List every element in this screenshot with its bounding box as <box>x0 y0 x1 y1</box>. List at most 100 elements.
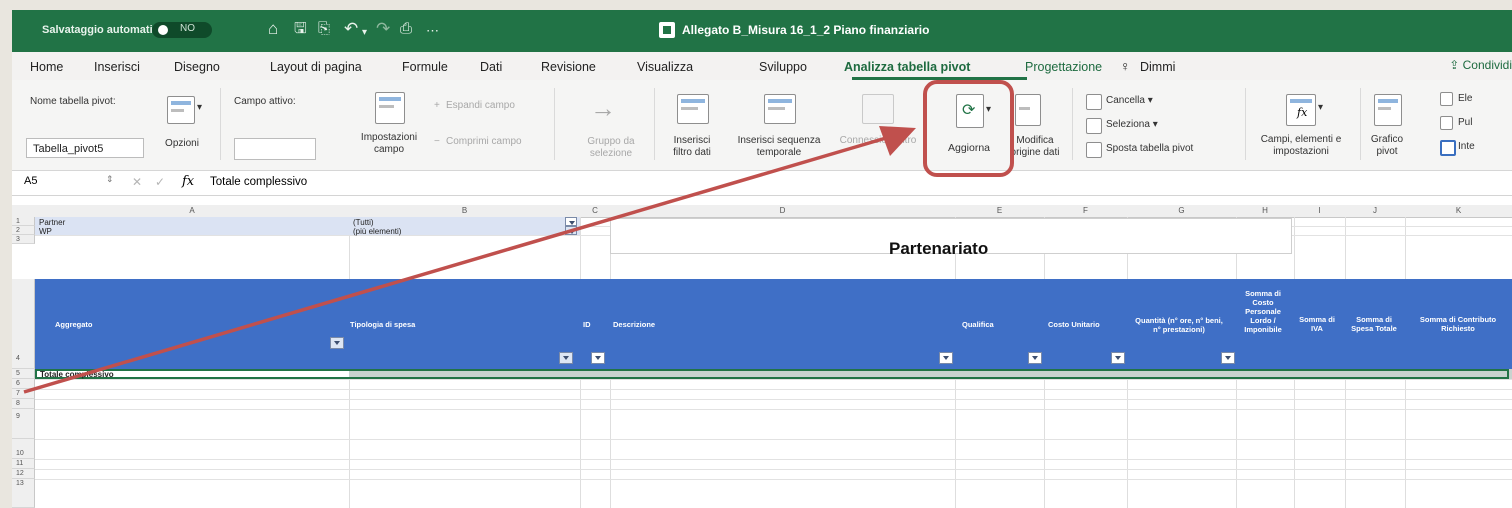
row-header-9[interactable]: 9 <box>12 409 35 439</box>
undo-dropdown-icon[interactable]: ▾ <box>362 23 367 43</box>
tab-view[interactable]: Visualizza <box>637 60 693 74</box>
tipologia-filter-button[interactable] <box>559 352 573 364</box>
column-header-d[interactable]: D <box>610 205 956 218</box>
header-aggregato: Aggregato <box>55 320 93 329</box>
print-icon[interactable]: ⎙ <box>400 19 412 39</box>
tab-developer[interactable]: Sviluppo <box>759 60 807 74</box>
home-icon[interactable]: ⌂ <box>268 19 278 39</box>
tab-data[interactable]: Dati <box>480 60 502 74</box>
fields-items-button[interactable]: Campi, elementi e impostazioni <box>1258 134 1344 158</box>
pivot-chart-icon[interactable] <box>1374 94 1402 126</box>
column-header-k[interactable]: K <box>1405 205 1512 218</box>
column-header-i[interactable]: I <box>1294 205 1346 218</box>
field-list-button[interactable]: Ele <box>1458 93 1472 105</box>
group-selection-button: Gruppo da selezione <box>587 136 635 159</box>
aggregato-filter-button[interactable] <box>330 337 344 349</box>
pivot-chart-button[interactable]: Grafico pivot <box>1368 134 1406 158</box>
column-header-e[interactable]: E <box>955 205 1045 218</box>
ribbon-separator <box>1072 88 1073 160</box>
pivot-name-input[interactable]: Tabella_pivot5 <box>26 138 144 158</box>
column-header-j[interactable]: J <box>1345 205 1406 218</box>
fx-icon[interactable]: fx <box>182 174 194 189</box>
column-header-h[interactable]: H <box>1236 205 1295 218</box>
gridline <box>35 389 1512 390</box>
headers-toggle[interactable]: Inte <box>1458 141 1475 153</box>
change-source-icon[interactable] <box>1015 94 1041 126</box>
row-header-1[interactable]: 1 <box>12 217 35 226</box>
fields-items-icon[interactable]: fx <box>1286 94 1316 126</box>
tab-design[interactable]: Progettazione <box>1025 60 1102 74</box>
header-id: ID <box>583 320 591 329</box>
change-source-button[interactable]: Modifica origine dati <box>1008 135 1062 159</box>
tab-review[interactable]: Revisione <box>541 60 596 74</box>
row-header-7[interactable]: 7 <box>12 389 35 399</box>
row-header-2[interactable]: 2 <box>12 226 35 235</box>
clear-button[interactable]: Cancella ▾ <box>1106 95 1153 107</box>
undo-icon[interactable]: ↶ <box>344 19 358 39</box>
row-header-13[interactable]: 13 <box>12 479 35 508</box>
field-list-icon[interactable] <box>1440 92 1453 106</box>
clear-icon[interactable] <box>1086 94 1102 110</box>
timeline-icon[interactable] <box>764 94 796 124</box>
id-filter-button[interactable] <box>591 352 605 364</box>
row-header-5[interactable]: 5 <box>12 369 35 379</box>
tab-home[interactable]: Home <box>30 60 63 74</box>
fields-items-dropdown-icon[interactable]: ▾ <box>1318 102 1323 114</box>
cancel-icon[interactable]: ✕ <box>132 175 142 189</box>
pivot-name-label: Nome tabella pivot: <box>30 96 116 107</box>
gridline <box>35 479 1512 480</box>
filter-value-partner[interactable]: (Tutti) <box>353 218 374 227</box>
total-row-label[interactable]: Totale complessivo <box>40 370 114 379</box>
row-header-3[interactable]: 3 <box>12 235 35 244</box>
more-icon[interactable]: ⋯ <box>426 21 439 41</box>
autosave-toggle[interactable]: NO <box>152 22 212 38</box>
descrizione-filter-button[interactable] <box>939 352 953 364</box>
name-box[interactable]: A5 <box>24 175 37 187</box>
move-pivot-icon[interactable] <box>1086 142 1102 158</box>
row-header-11[interactable]: 11 <box>12 459 35 469</box>
wp-filter-dropdown[interactable] <box>565 226 577 235</box>
insert-timeline-button[interactable]: Inserisci sequenza temporale <box>726 135 832 159</box>
quantita-filter-button[interactable] <box>1221 352 1235 364</box>
tab-pivot-analyze[interactable]: Analizza tabella pivot <box>844 60 970 74</box>
row-header-10[interactable]: 10 <box>12 439 35 459</box>
tab-tell-me[interactable]: Dimmi <box>1140 60 1175 74</box>
headers-icon[interactable] <box>1440 140 1456 156</box>
tab-page-layout[interactable]: Layout di pagina <box>270 60 362 74</box>
qualifica-filter-button[interactable] <box>1028 352 1042 364</box>
share-button[interactable]: ⇪ Condividi <box>1449 58 1512 72</box>
field-settings-icon[interactable] <box>375 92 405 124</box>
spreadsheet-grid[interactable]: A B C D E F G H I J K 1 2 3 4 5 6 7 8 9 … <box>12 205 1512 508</box>
column-header-c[interactable]: C <box>580 205 611 218</box>
tab-draw[interactable]: Disegno <box>174 60 220 74</box>
enter-icon[interactable]: ✓ <box>155 175 165 189</box>
buttons-icon[interactable] <box>1440 116 1453 130</box>
row-header-6[interactable]: 6 <box>12 379 35 389</box>
formula-input[interactable]: Totale complessivo <box>210 176 307 188</box>
filter-label-partner: Partner <box>39 218 66 227</box>
filter-value-wp[interactable]: (più elementi) <box>353 227 401 236</box>
save-icon[interactable]: 🖫 <box>294 19 307 39</box>
tab-formulas[interactable]: Formule <box>402 60 448 74</box>
buttons-toggle[interactable]: Pul <box>1458 117 1472 129</box>
row-header-4[interactable]: 4 <box>12 279 35 369</box>
slicer-icon[interactable] <box>677 94 709 124</box>
select-icon[interactable] <box>1086 118 1102 134</box>
row-header-12[interactable]: 12 <box>12 469 35 479</box>
select-button[interactable]: Seleziona ▾ <box>1106 119 1158 131</box>
options-dropdown-icon[interactable]: ▾ <box>197 102 202 114</box>
field-settings-button[interactable]: Impostazioni campo <box>350 132 428 156</box>
move-pivot-button[interactable]: Sposta tabella pivot <box>1106 143 1193 155</box>
name-box-stepper-icon[interactable]: ⇕ <box>106 174 114 185</box>
partner-filter-dropdown[interactable] <box>565 217 577 226</box>
options-icon[interactable] <box>167 96 195 124</box>
options-button[interactable]: Opzioni <box>162 138 202 150</box>
insert-slicer-button[interactable]: Inserisci filtro dati <box>664 135 720 159</box>
column-header-g[interactable]: G <box>1127 205 1237 218</box>
column-header-f[interactable]: F <box>1044 205 1128 218</box>
active-field-input[interactable] <box>234 138 316 160</box>
row-header-8[interactable]: 8 <box>12 399 35 409</box>
save-as-icon[interactable]: ⎘ <box>318 19 330 39</box>
costo-unitario-filter-button[interactable] <box>1111 352 1125 364</box>
tab-insert[interactable]: Inserisci <box>94 60 140 74</box>
